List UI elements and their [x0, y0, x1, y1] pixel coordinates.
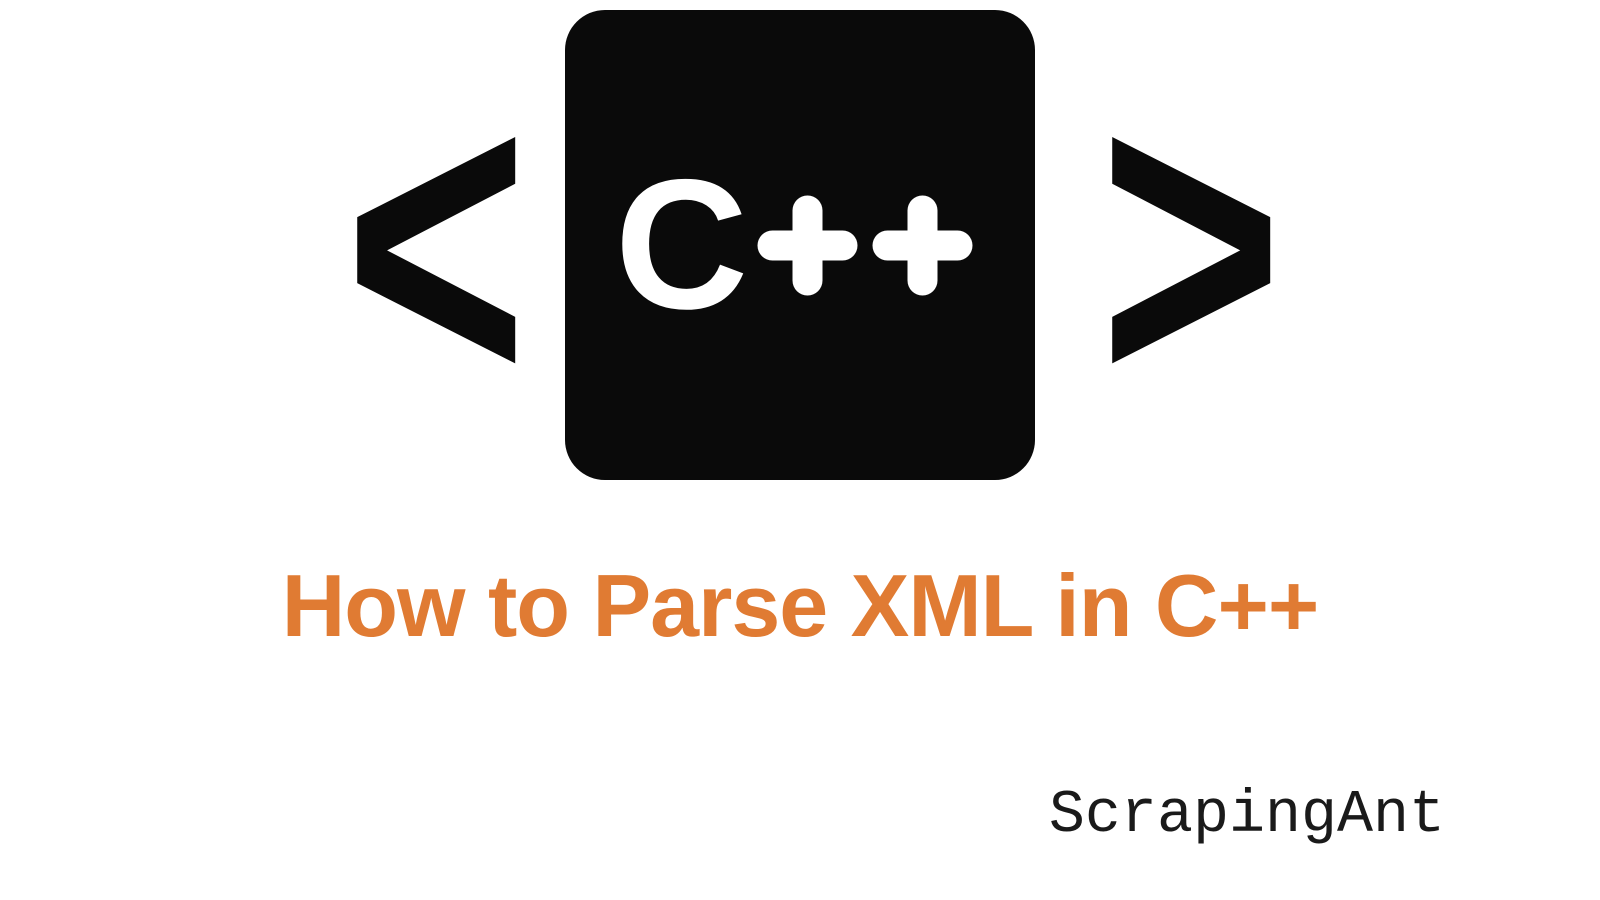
cpp-logo-box: C [565, 10, 1035, 480]
page-title: How to Parse XML in C++ [0, 555, 1600, 657]
plus-icon [745, 183, 870, 308]
angle-bracket-left-icon: < [338, 35, 507, 455]
cpp-plus-signs [745, 183, 985, 308]
hero-graphic: < C > [0, 10, 1600, 480]
brand-name: ScrapingAnt [1049, 782, 1445, 850]
plus-icon [860, 183, 985, 308]
cpp-logo-text: C [615, 139, 986, 351]
angle-bracket-right-icon: > [1093, 35, 1262, 455]
cpp-letter-c: C [615, 139, 741, 351]
